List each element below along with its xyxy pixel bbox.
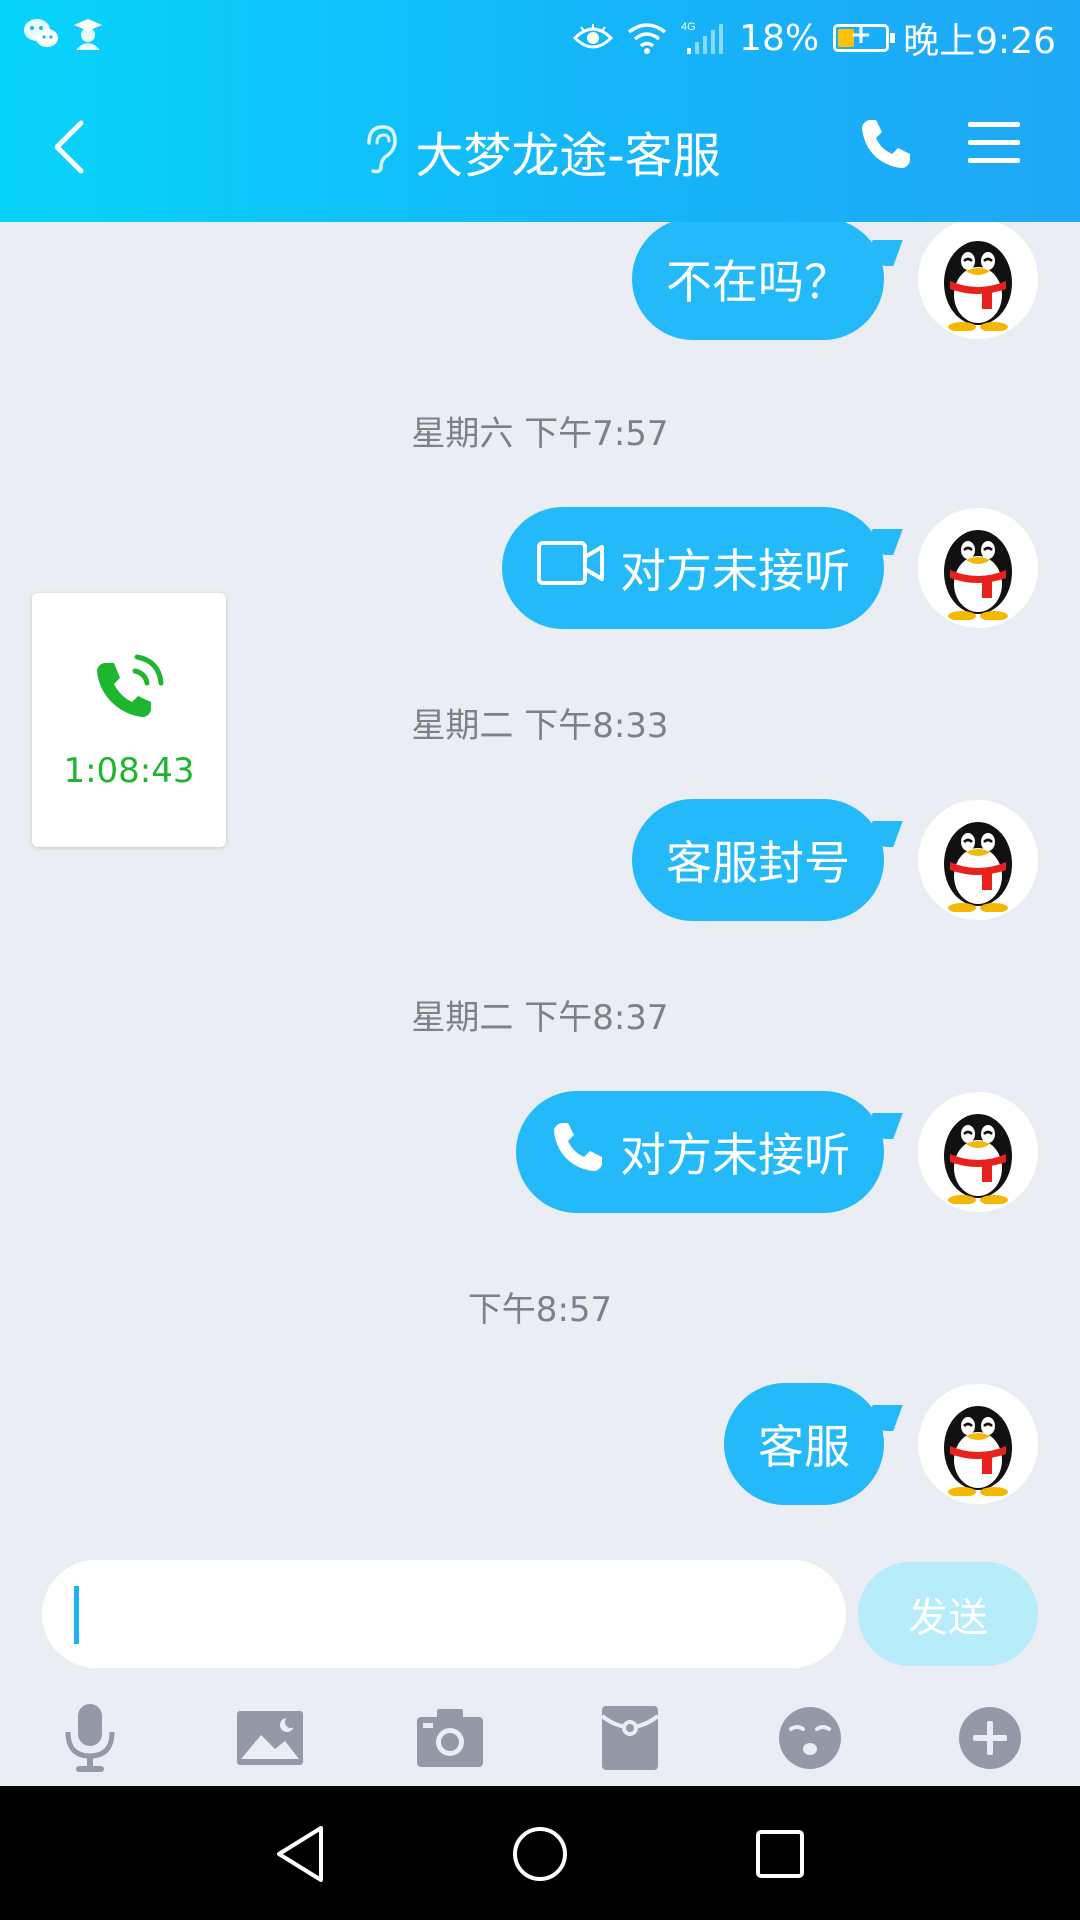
battery-icon: + — [833, 20, 896, 52]
menu-icon[interactable] — [966, 118, 1026, 174]
battery-percent: 18% — [739, 17, 820, 59]
emoji-icon[interactable] — [772, 1700, 848, 1776]
qq-penguin-icon — [944, 1114, 1012, 1204]
video-camera-icon — [536, 539, 606, 598]
app-notification-icon — [70, 16, 106, 52]
message-row: 对方未接听 — [502, 507, 1038, 629]
message-bubble[interactable]: 客服封号 — [632, 799, 884, 921]
signal-icon: 4G — [681, 20, 725, 56]
message-text: 对方未接听 — [620, 1128, 850, 1182]
phone-icon[interactable] — [858, 116, 918, 176]
chat-area[interactable]: 不在吗？ 星期六 下午7:57 对方未接听 星期二 下午8:33 客服封号 星期… — [0, 222, 1080, 1542]
toolbar — [0, 1690, 1080, 1786]
message-text: 客服 — [758, 1420, 850, 1474]
avatar[interactable] — [918, 222, 1038, 339]
camera-icon[interactable] — [412, 1700, 488, 1776]
voice-call-bubble[interactable]: 对方未接听 — [516, 1091, 884, 1213]
nav-recents-icon[interactable] — [748, 1822, 812, 1886]
image-icon[interactable] — [232, 1700, 308, 1776]
send-button[interactable]: 发送 — [858, 1562, 1038, 1666]
input-area: 发送 — [0, 1542, 1080, 1786]
floating-call-widget[interactable]: 1:08:43 — [32, 593, 226, 847]
microphone-icon[interactable] — [52, 1700, 128, 1776]
header: 4G 18% + 晚上9:26 大梦龙途-客服 — [0, 0, 1080, 222]
message-bubble[interactable]: 客服 — [724, 1383, 884, 1505]
phone-icon — [550, 1119, 606, 1186]
call-duration: 1:08:43 — [63, 751, 195, 791]
eye-icon — [573, 23, 614, 53]
text-caret — [74, 1586, 79, 1644]
system-nav-bar — [0, 1786, 1080, 1920]
nav-home-icon[interactable] — [508, 1822, 572, 1886]
nav-bar: 大梦龙途-客服 — [0, 72, 1080, 222]
message-input[interactable] — [42, 1560, 846, 1668]
avatar[interactable] — [918, 1092, 1038, 1212]
timestamp: 星期六 下午7:57 — [411, 414, 669, 454]
avatar[interactable] — [918, 1384, 1038, 1504]
avatar[interactable] — [918, 508, 1038, 628]
qq-penguin-icon — [944, 241, 1012, 331]
qq-penguin-icon — [944, 822, 1012, 912]
clock: 晚上9:26 — [903, 21, 1056, 62]
nav-back-icon[interactable] — [268, 1822, 332, 1886]
ear-icon[interactable] — [359, 123, 399, 179]
status-bar: 4G 18% + 晚上9:26 — [0, 0, 1080, 72]
message-row: 对方未接听 — [516, 1091, 1038, 1213]
phone-ringing-icon — [91, 649, 167, 729]
message-bubble[interactable]: 不在吗？ — [632, 222, 884, 340]
timestamp: 下午8:57 — [467, 1290, 613, 1330]
message-text: 不在吗？ — [666, 255, 850, 309]
avatar[interactable] — [918, 800, 1038, 920]
message-row: 不在吗？ — [632, 222, 1038, 340]
chat-title: 大梦龙途-客服 — [415, 128, 721, 184]
message-row: 客服 — [724, 1383, 1038, 1505]
plus-icon[interactable] — [952, 1700, 1028, 1776]
wechat-icon — [22, 16, 60, 52]
message-row: 客服封号 — [632, 799, 1038, 921]
svg-text:4G: 4G — [681, 21, 696, 33]
video-call-bubble[interactable]: 对方未接听 — [502, 507, 884, 629]
red-packet-icon[interactable] — [592, 1700, 668, 1776]
qq-penguin-icon — [944, 1406, 1012, 1496]
timestamp: 星期二 下午8:37 — [411, 998, 669, 1038]
message-text: 客服封号 — [666, 836, 850, 890]
wifi-icon — [627, 22, 667, 54]
qq-penguin-icon — [944, 530, 1012, 620]
message-text: 对方未接听 — [620, 544, 850, 598]
